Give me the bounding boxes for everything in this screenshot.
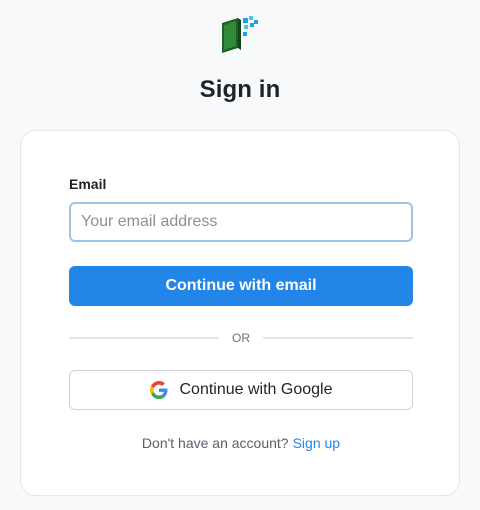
page-title: Sign in [199, 76, 281, 103]
signup-prompt-text: Don't have an account? [141, 435, 289, 451]
sign-in-card: Email Continue with email OR Continue wi… [20, 130, 460, 496]
divider-line-right [263, 337, 413, 339]
sign-up-link[interactable]: Sign up [293, 435, 340, 451]
email-label: Email [69, 176, 107, 192]
continue-with-email-button[interactable]: Continue with email [69, 266, 413, 306]
app-logo-icon [219, 15, 263, 57]
continue-with-google-button[interactable]: Continue with Google [69, 370, 413, 410]
signup-prompt-row: Don't have an account? Sign up [21, 435, 461, 451]
sign-in-page: Sign in Email Continue with email OR Con… [0, 0, 480, 510]
or-divider: OR [69, 330, 413, 346]
google-icon [149, 381, 168, 399]
google-button-label: Continue with Google [179, 381, 333, 398]
email-input[interactable] [69, 202, 413, 242]
